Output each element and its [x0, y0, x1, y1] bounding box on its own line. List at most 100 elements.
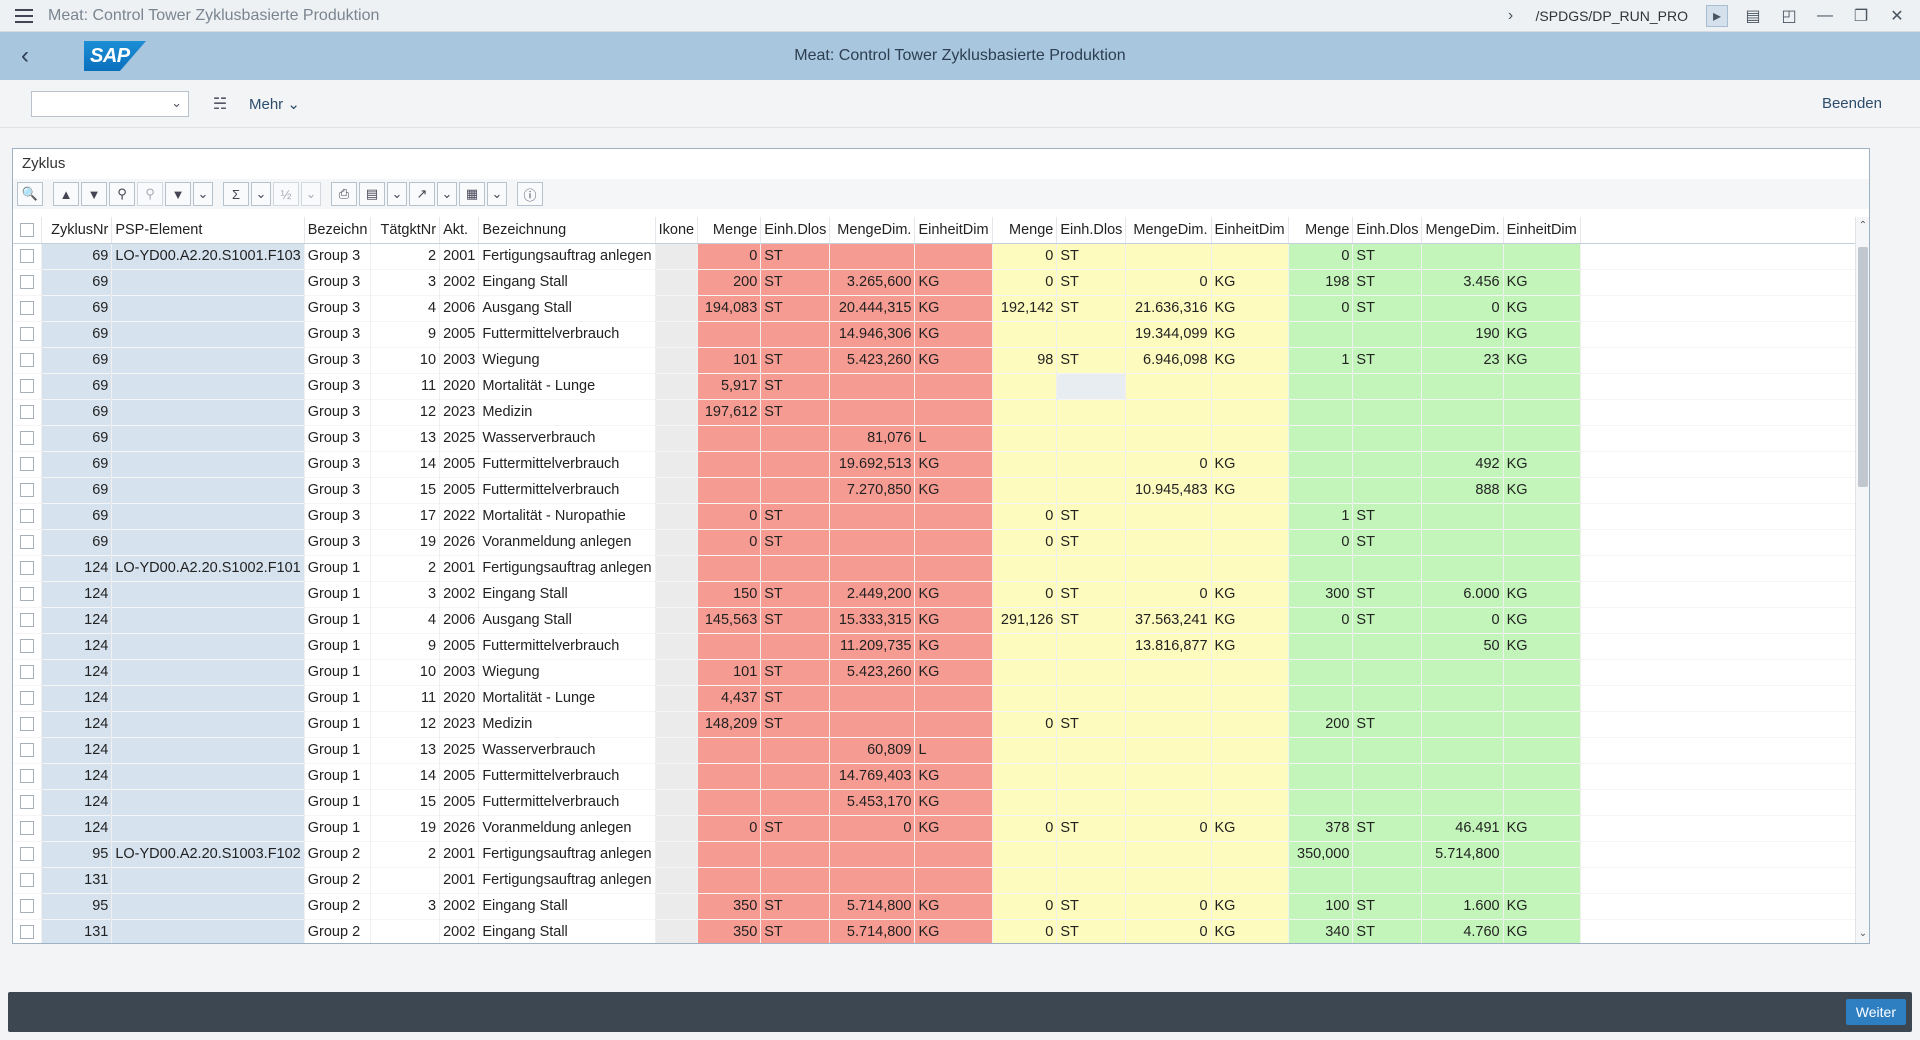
row-checkbox[interactable]	[19, 717, 34, 732]
table-row[interactable]: 131 Group 2 2001 Fertigungsauftrag anlegen	[13, 867, 1855, 894]
column-header[interactable]: MengeDim.	[1421, 217, 1504, 244]
variant-combobox[interactable]: ⌄	[31, 90, 189, 117]
row-select-cell[interactable]	[13, 815, 42, 842]
row-checkbox[interactable]	[19, 327, 34, 342]
row-checkbox[interactable]	[19, 587, 34, 602]
row-checkbox[interactable]	[19, 769, 34, 784]
table-row[interactable]: 95 LO-YD00.A2.20.S1003.F102 Group 2 2 2001 Fe…	[13, 841, 1855, 868]
row-checkbox[interactable]	[19, 613, 34, 628]
table-row[interactable]: 124 Group 1 11 2020 Mortalität - Lunge 4,437 S…	[13, 685, 1855, 712]
table-row[interactable]: 131 Group 2 2002 Eingang Stall 350 ST 5.714,80…	[13, 919, 1855, 943]
table-row[interactable]: 69 Group 3 19 2026 Voranmeldung anlegen 0 ST 0 S…	[13, 529, 1855, 556]
views-dropdown-icon[interactable]: ⌄	[387, 182, 407, 206]
print-icon[interactable]: ⎙	[331, 182, 357, 206]
table-row[interactable]: 69 Group 3 14 2005 Futtermittelverbrauch 19.6…	[13, 451, 1855, 478]
export-dropdown-icon[interactable]: ⌄	[437, 182, 457, 206]
row-checkbox[interactable]	[19, 925, 34, 940]
column-header[interactable]: Akt.	[439, 217, 480, 244]
table-row[interactable]: 124 Group 1 13 2025 Wasserverbrauch 60,809 L	[13, 737, 1855, 764]
row-select-cell[interactable]	[13, 607, 42, 634]
layout-icon[interactable]: ▦	[459, 182, 485, 206]
lock-icon[interactable]: ◰	[1778, 5, 1800, 27]
row-checkbox[interactable]	[19, 535, 34, 550]
row-select-cell[interactable]	[13, 841, 42, 868]
scroll-down-icon[interactable]: ⌄	[1856, 927, 1870, 941]
row-select-cell[interactable]	[13, 425, 42, 452]
table-row[interactable]: 69 Group 3 9 2005 Futtermittelverbrauch 14.94…	[13, 321, 1855, 348]
row-select-cell[interactable]	[13, 451, 42, 478]
row-select-cell[interactable]	[13, 555, 42, 582]
column-header[interactable]: EinheitDim	[1211, 217, 1289, 244]
column-header[interactable]: EinheitDim	[1503, 217, 1581, 244]
column-header[interactable]: Einh.Dlos	[1056, 217, 1127, 244]
table-row[interactable]: 69 LO-YD00.A2.20.S1001.F103 Group 3 2 2001 Fe…	[13, 243, 1855, 270]
find-icon[interactable]: ⚲	[109, 182, 135, 206]
column-header[interactable]: Menge	[697, 217, 762, 244]
chevron-right-icon[interactable]: ›	[1500, 5, 1522, 27]
row-select-cell[interactable]	[13, 373, 42, 400]
message-icon[interactable]: ▤	[1742, 5, 1764, 27]
scroll-up-icon[interactable]: ⌃	[1856, 219, 1870, 233]
column-header[interactable]: Einh.Dlos	[1352, 217, 1423, 244]
minimize-icon[interactable]: —	[1814, 5, 1836, 27]
table-row[interactable]: 69 Group 3 15 2005 Futtermittelverbrauch 7.27…	[13, 477, 1855, 504]
find-next-icon[interactable]: ⚲	[137, 182, 163, 206]
row-select-cell[interactable]	[13, 737, 42, 764]
row-select-cell[interactable]	[13, 919, 42, 943]
table-row[interactable]: 124 Group 1 14 2005 Futtermittelverbrauch 14.…	[13, 763, 1855, 790]
export-icon[interactable]: ↗	[409, 182, 435, 206]
row-checkbox[interactable]	[19, 847, 34, 862]
row-select-cell[interactable]	[13, 893, 42, 920]
table-row[interactable]: 69 Group 3 3 2002 Eingang Stall 200 ST 3.265,60…	[13, 269, 1855, 296]
table-row[interactable]: 69 Group 3 11 2020 Mortalität - Lunge 5,917 ST	[13, 373, 1855, 400]
row-checkbox[interactable]	[19, 301, 34, 316]
column-header[interactable]: Menge	[992, 217, 1058, 244]
hierarchy-icon[interactable]: ☵	[209, 93, 231, 115]
row-checkbox[interactable]	[19, 353, 34, 368]
table-row[interactable]: 124 Group 1 9 2005 Futtermittelverbrauch 11.2…	[13, 633, 1855, 660]
column-header[interactable]: MengeDim.	[1125, 217, 1212, 244]
row-checkbox[interactable]	[19, 821, 34, 836]
continue-button[interactable]: Weiter	[1845, 999, 1906, 1025]
row-checkbox[interactable]	[19, 899, 34, 914]
row-checkbox[interactable]	[19, 457, 34, 472]
column-header[interactable]: TätgktNr	[370, 217, 441, 244]
table-row[interactable]: 124 Group 1 10 2003 Wiegung 101 ST 5.423,260 KG	[13, 659, 1855, 686]
menu-icon[interactable]	[0, 0, 48, 32]
row-select-cell[interactable]	[13, 269, 42, 296]
column-header[interactable]: Einh.Dlos	[760, 217, 831, 244]
sum-dropdown-icon[interactable]: ⌄	[251, 182, 271, 206]
table-row[interactable]: 69 Group 3 4 2006 Ausgang Stall 194,083 ST 20.4…	[13, 295, 1855, 322]
close-icon[interactable]: ✕	[1886, 5, 1908, 27]
chevron-down-icon[interactable]: ⌄	[171, 95, 182, 111]
table-row[interactable]: 124 Group 1 19 2026 Voranmeldung anlegen 0 ST 0…	[13, 815, 1855, 842]
table-row[interactable]: 69 Group 3 13 2025 Wasserverbrauch 81,076 L	[13, 425, 1855, 452]
row-select-cell[interactable]	[13, 763, 42, 790]
row-select-cell[interactable]	[13, 867, 42, 894]
sort-descending-icon[interactable]: ▼	[81, 182, 107, 206]
row-checkbox[interactable]	[19, 483, 34, 498]
column-header[interactable]: Bezeichn	[304, 217, 372, 244]
vertical-scrollbar[interactable]: ⌃ ⌄	[1855, 217, 1869, 943]
info-icon[interactable]: ⓘ	[517, 182, 543, 206]
filter-icon[interactable]: ▼	[165, 182, 191, 206]
row-select-cell[interactable]	[13, 659, 42, 686]
column-header[interactable]: EinheitDim	[914, 217, 993, 244]
row-select-cell[interactable]	[13, 685, 42, 712]
row-checkbox[interactable]	[19, 249, 34, 264]
row-checkbox[interactable]	[19, 509, 34, 524]
views-icon[interactable]: ▤	[359, 182, 385, 206]
row-select-cell[interactable]	[13, 477, 42, 504]
restore-icon[interactable]: ❐	[1850, 5, 1872, 27]
column-header[interactable]: Ikone	[655, 217, 699, 244]
row-select-cell[interactable]	[13, 295, 42, 322]
column-header[interactable]: Menge	[1288, 217, 1354, 244]
table-row[interactable]: 69 Group 3 12 2023 Medizin 197,612 ST	[13, 399, 1855, 426]
row-select-cell[interactable]	[13, 581, 42, 608]
row-select-cell[interactable]	[13, 321, 42, 348]
row-select-cell[interactable]	[13, 633, 42, 660]
table-row[interactable]: 124 Group 1 3 2002 Eingang Stall 150 ST 2.449,2…	[13, 581, 1855, 608]
row-checkbox[interactable]	[19, 873, 34, 888]
sum-icon[interactable]: Σ	[223, 182, 249, 206]
row-checkbox[interactable]	[19, 665, 34, 680]
